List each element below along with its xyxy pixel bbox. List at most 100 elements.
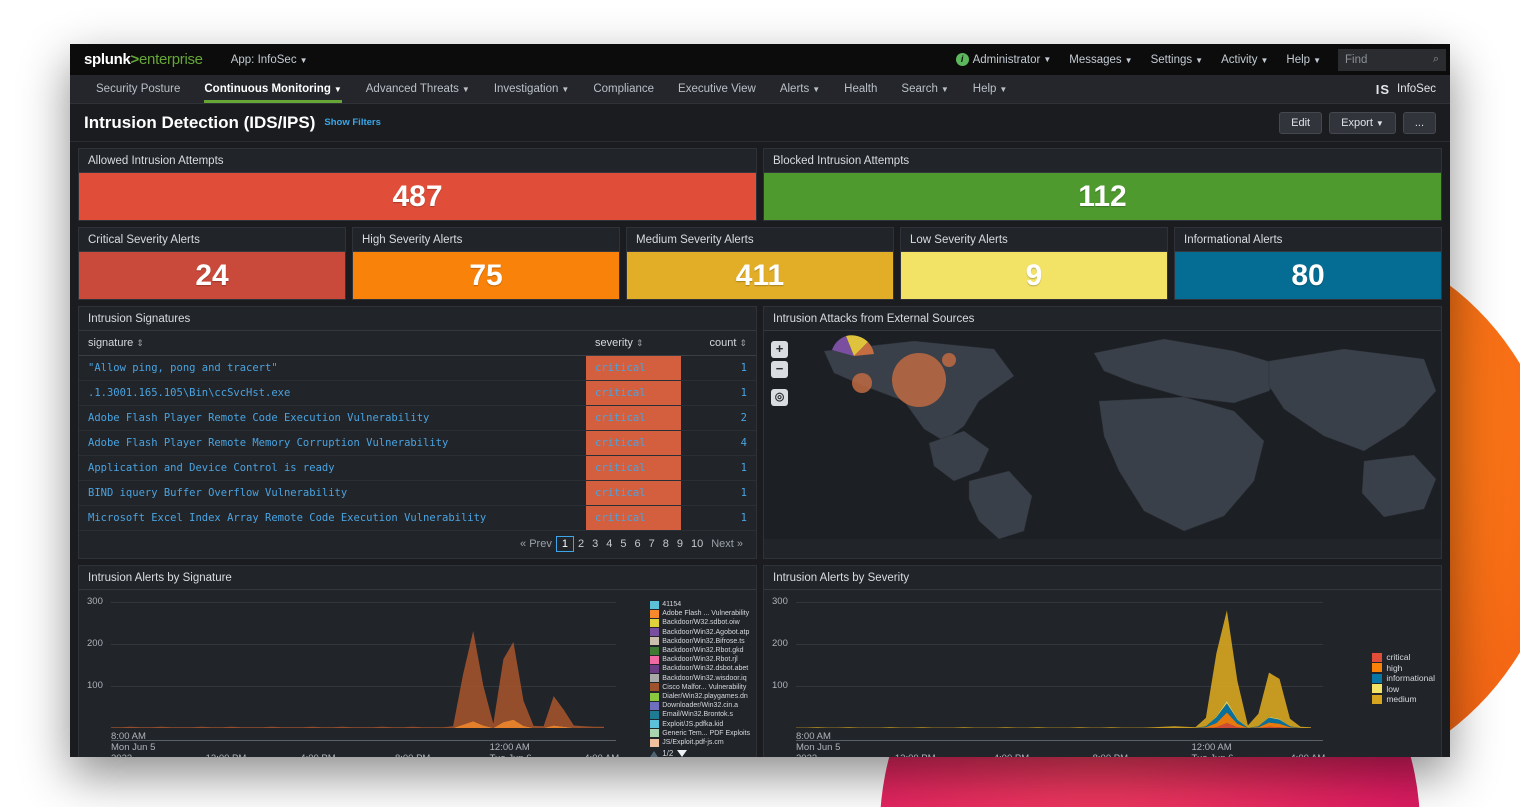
- legend-item[interactable]: Exploit/JS.pdfka.kid: [650, 720, 750, 729]
- cell-count[interactable]: 1: [681, 506, 756, 531]
- cell-count[interactable]: 1: [681, 456, 756, 481]
- nav-item-advanced-threats[interactable]: Advanced Threats▼: [354, 75, 482, 103]
- page-button-10[interactable]: 10: [687, 536, 707, 552]
- activity-menu[interactable]: Activity▼: [1212, 54, 1277, 66]
- nav-item-security-posture[interactable]: Security Posture: [84, 75, 192, 103]
- table-row[interactable]: Adobe Flash Player Remote Code Execution…: [79, 406, 756, 431]
- more-options-button[interactable]: ...: [1403, 112, 1436, 134]
- table-row[interactable]: "Allow ping, pong and tracert"critical1: [79, 356, 756, 381]
- kpi-value[interactable]: 24: [79, 252, 345, 299]
- legend-item[interactable]: JS/Exploit.pdf-js.cm: [650, 738, 750, 747]
- next-page-button[interactable]: Next »: [707, 536, 747, 552]
- col-signature[interactable]: signature ⇕: [79, 331, 586, 356]
- legend-item[interactable]: high: [1372, 663, 1435, 674]
- kpi-value[interactable]: 112: [764, 173, 1441, 220]
- page-button-1[interactable]: 1: [556, 536, 574, 552]
- legend-item[interactable]: Downloader/Win32.cin.a: [650, 701, 750, 710]
- export-button[interactable]: Export▼: [1329, 112, 1396, 134]
- page-button-9[interactable]: 9: [673, 536, 687, 552]
- legend-pagination[interactable]: 1/2: [650, 749, 750, 757]
- cell-count[interactable]: 1: [681, 481, 756, 506]
- legend-item[interactable]: Backdoor/Win32.Rbot.gkd: [650, 646, 750, 655]
- nav-item-continuous-monitoring[interactable]: Continuous Monitoring▼: [192, 75, 353, 103]
- legend-next-icon[interactable]: [677, 750, 687, 757]
- nav-item-search[interactable]: Search▼: [889, 75, 960, 103]
- cell-count[interactable]: 2: [681, 406, 756, 431]
- cell-signature[interactable]: Adobe Flash Player Remote Code Execution…: [79, 406, 586, 431]
- map-zoom-out-button[interactable]: −: [771, 361, 788, 378]
- legend-item[interactable]: Dialer/Win32.playgames.dn: [650, 692, 750, 701]
- legend-item[interactable]: Backdoor/Win32.dsbot.abet: [650, 664, 750, 673]
- table-row[interactable]: Application and Device Control is readyc…: [79, 456, 756, 481]
- search-icon[interactable]: ⌕: [1433, 53, 1439, 66]
- nav-item-executive-view[interactable]: Executive View: [666, 75, 768, 103]
- page-button-3[interactable]: 3: [588, 536, 602, 552]
- table-row[interactable]: Microsoft Excel Index Array Remote Code …: [79, 506, 756, 531]
- page-button-5[interactable]: 5: [616, 536, 630, 552]
- nav-item-alerts[interactable]: Alerts▼: [768, 75, 832, 103]
- legend-item[interactable]: 41154: [650, 600, 750, 609]
- legend-item[interactable]: low: [1372, 684, 1435, 695]
- kpi-value[interactable]: 411: [627, 252, 893, 299]
- cell-signature[interactable]: Adobe Flash Player Remote Memory Corrupt…: [79, 431, 586, 456]
- settings-menu[interactable]: Settings▼: [1142, 54, 1212, 66]
- table-row[interactable]: .1.3001.165.105\Bin\ccSvcHst.execritical…: [79, 381, 756, 406]
- legend-item[interactable]: informational: [1372, 673, 1435, 684]
- cell-signature[interactable]: Microsoft Excel Index Array Remote Code …: [79, 506, 586, 531]
- legend-item[interactable]: Email/Win32.Brontok.s: [650, 710, 750, 719]
- nav-item-investigation[interactable]: Investigation▼: [482, 75, 582, 103]
- help-menu[interactable]: Help▼: [1277, 54, 1330, 66]
- cell-count[interactable]: 4: [681, 431, 756, 456]
- page-button-2[interactable]: 2: [574, 536, 588, 552]
- kpi-value[interactable]: 487: [79, 173, 756, 220]
- legend-item[interactable]: Backdoor/Win32.wisdoor.iq: [650, 674, 750, 683]
- show-filters-link[interactable]: Show Filters: [324, 117, 380, 128]
- col-count[interactable]: count ⇕: [681, 331, 756, 356]
- legend-item[interactable]: Adobe Flash ... Vulnerability: [650, 609, 750, 618]
- legend-item[interactable]: medium: [1372, 694, 1435, 705]
- edit-button[interactable]: Edit: [1279, 112, 1322, 134]
- map-bubble[interactable]: [852, 373, 872, 393]
- map-pie-marker[interactable]: [824, 334, 884, 360]
- legend-prev-icon[interactable]: [650, 751, 658, 757]
- legend-item[interactable]: Backdoor/Win32.Rbot.rjl: [650, 655, 750, 664]
- alerts-by-severity-chart[interactable]: 1002003008:00 AMMon Jun 5202312:00 PM4:0…: [764, 590, 1441, 757]
- map-reset-button[interactable]: ◎: [771, 389, 788, 406]
- cell-signature[interactable]: "Allow ping, pong and tracert": [79, 356, 586, 381]
- kpi-value[interactable]: 9: [901, 252, 1167, 299]
- col-severity[interactable]: severity ⇕: [586, 331, 681, 356]
- user-menu[interactable]: i Administrator▼: [947, 53, 1061, 66]
- page-button-4[interactable]: 4: [602, 536, 616, 552]
- cell-signature[interactable]: .1.3001.165.105\Bin\ccSvcHst.exe: [79, 381, 586, 406]
- nav-item-help[interactable]: Help▼: [961, 75, 1020, 103]
- page-button-6[interactable]: 6: [630, 536, 644, 552]
- table-row[interactable]: BIND iquery Buffer Overflow Vulnerabilit…: [79, 481, 756, 506]
- legend-item[interactable]: Backdoor/W32.sdbot.oiw: [650, 618, 750, 627]
- world-map[interactable]: + − ◎: [764, 331, 1441, 539]
- table-row[interactable]: Adobe Flash Player Remote Memory Corrupt…: [79, 431, 756, 456]
- map-zoom-in-button[interactable]: +: [771, 341, 788, 358]
- find-input[interactable]: Find ⌕: [1338, 49, 1446, 71]
- cell-signature[interactable]: Application and Device Control is ready: [79, 456, 586, 481]
- nav-item-health[interactable]: Health: [832, 75, 889, 103]
- page-button-8[interactable]: 8: [659, 536, 673, 552]
- nav-item-compliance[interactable]: Compliance: [581, 75, 666, 103]
- map-bubble[interactable]: [892, 353, 946, 407]
- legend-item[interactable]: Backdoor/Win32.Bifrose.ts: [650, 637, 750, 646]
- alerts-by-signature-chart[interactable]: 1002003008:00 AMMon Jun 5202312:00 PM4:0…: [79, 590, 756, 757]
- cell-signature[interactable]: BIND iquery Buffer Overflow Vulnerabilit…: [79, 481, 586, 506]
- legend-item[interactable]: critical: [1372, 652, 1435, 663]
- cell-count[interactable]: 1: [681, 356, 756, 381]
- page-button-7[interactable]: 7: [645, 536, 659, 552]
- prev-page-button[interactable]: « Prev: [516, 536, 556, 552]
- kpi-value[interactable]: 75: [353, 252, 619, 299]
- kpi-value[interactable]: 80: [1175, 252, 1441, 299]
- splunk-logo[interactable]: splunk>enterprise: [84, 51, 203, 68]
- messages-menu[interactable]: Messages▼: [1060, 54, 1141, 66]
- legend-item[interactable]: Backdoor/Win32.Agobot.atp: [650, 628, 750, 637]
- legend-item[interactable]: Generic Tem... PDF Exploits: [650, 729, 750, 738]
- map-bubble[interactable]: [942, 353, 956, 367]
- cell-count[interactable]: 1: [681, 381, 756, 406]
- legend-item[interactable]: Cisco Malfor... Vulnerability: [650, 683, 750, 692]
- app-selector[interactable]: App: InfoSec▼: [231, 54, 308, 66]
